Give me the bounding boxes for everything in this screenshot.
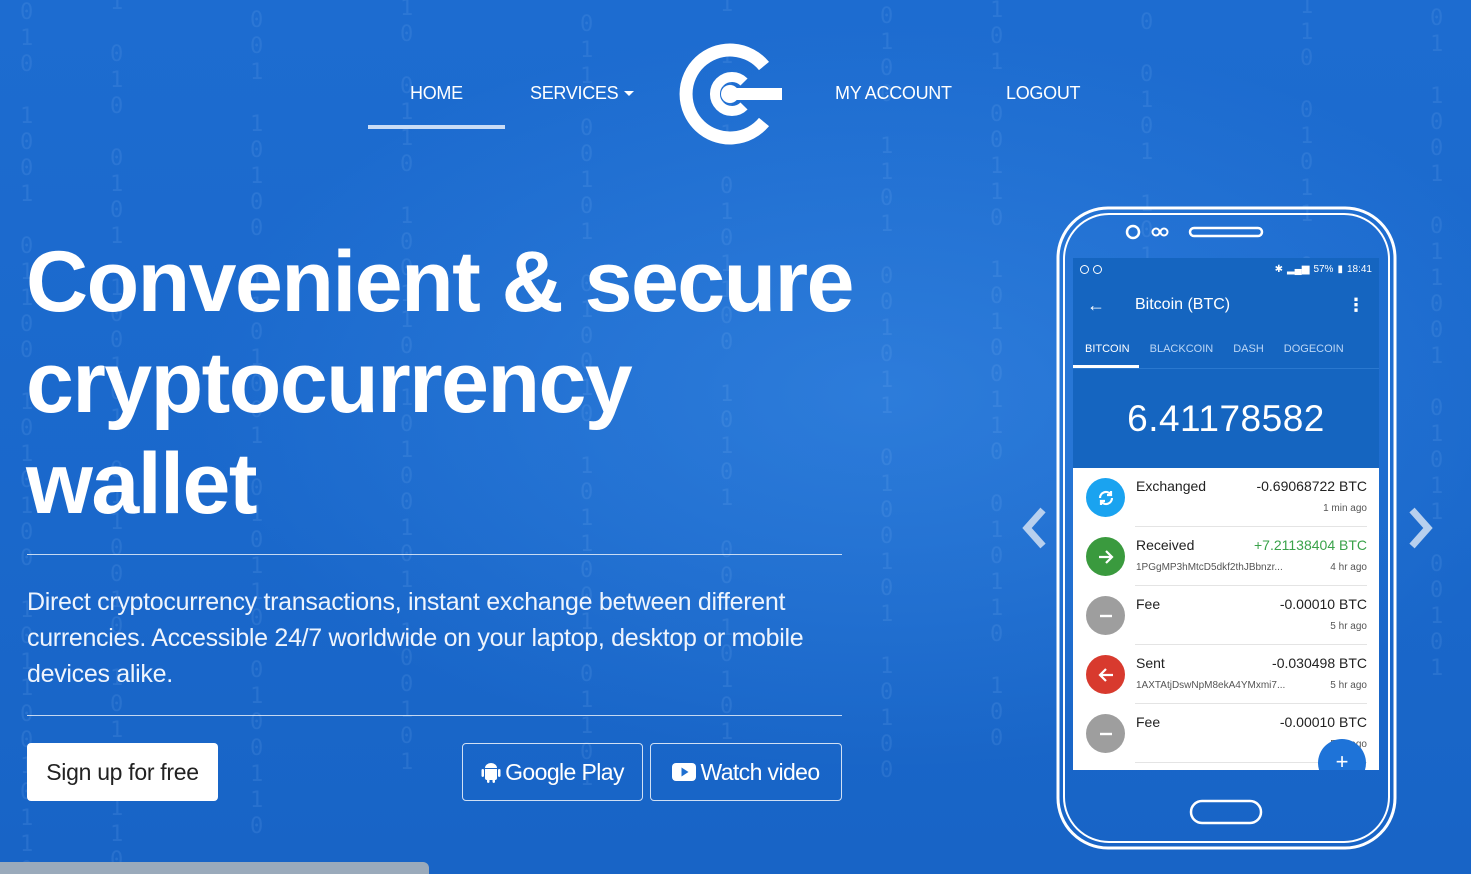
youtube-icon — [672, 763, 697, 781]
transaction-list: Exchanged -0.69068722 BTC 1 min ago Rece… — [1073, 468, 1379, 763]
nav-my-account-link[interactable]: MY ACCOUNT — [835, 83, 952, 104]
divider — [27, 554, 842, 555]
chevron-left-icon[interactable] — [1019, 506, 1049, 550]
transaction-time: 5 hr ago — [1330, 680, 1367, 691]
app-notification-icon — [1093, 264, 1102, 274]
transaction-time: 4 hr ago — [1330, 562, 1367, 573]
exchange-icon — [1086, 478, 1125, 517]
wallet-balance: 6.41178582 — [1073, 368, 1379, 468]
google-play-label: Google Play — [505, 758, 624, 785]
coin-logo-icon[interactable] — [678, 42, 782, 146]
tab-dash[interactable]: DASH — [1233, 343, 1264, 355]
android-icon — [481, 763, 501, 783]
transaction-amount: -0.030498 BTC — [1272, 655, 1367, 671]
hero-title: Convenient & secure cryptocurrency walle… — [26, 232, 926, 535]
caret-down-icon — [624, 91, 635, 96]
tab-indicator — [1073, 365, 1139, 368]
signal-icon: ▂▄▆ — [1286, 263, 1310, 275]
transaction-amount: -0.00010 BTC — [1279, 596, 1367, 612]
nav-home-link[interactable]: HOME — [410, 83, 463, 104]
google-play-button[interactable]: Google Play — [462, 743, 643, 801]
app-title: Bitcoin (BTC) — [1135, 296, 1231, 313]
transaction-amount: -0.00010 BTC — [1279, 714, 1367, 730]
app-bar: ← Bitcoin (BTC) ⋮ — [1073, 280, 1379, 330]
battery-percent: 57% — [1313, 263, 1334, 275]
tab-blackcoin[interactable]: BLACKCOIN — [1150, 343, 1214, 355]
transaction-time: 5 hr ago — [1330, 621, 1367, 632]
transaction-label: Exchanged — [1136, 478, 1207, 494]
transaction-label: Sent — [1136, 655, 1165, 671]
clock: 18:41 — [1346, 263, 1372, 275]
transaction-time: 1 min ago — [1323, 503, 1367, 514]
watch-video-button[interactable]: Watch video — [650, 743, 842, 801]
chevron-right-icon[interactable] — [1406, 506, 1436, 550]
more-vert-icon[interactable]: ⋮ — [1347, 295, 1365, 316]
transaction-amount: +7.21138404 BTC — [1254, 537, 1367, 553]
watch-video-label: Watch video — [700, 758, 820, 785]
divider — [27, 715, 842, 716]
transaction-row[interactable]: Received +7.21138404 BTC 1PGgMP3hMtcD5dk… — [1086, 527, 1367, 586]
phone-status-bar: ✱ ▂▄▆ 57% ▮ 18:41 — [1073, 258, 1379, 280]
transaction-address: 1PGgMP3hMtcD5dkf2thJBbnzr... — [1136, 562, 1283, 573]
arrow-right-icon — [1086, 537, 1125, 576]
transaction-address: 1AXTAtjDswNpM8ekA4YMxmi7... — [1136, 680, 1286, 691]
transaction-row[interactable]: Exchanged -0.69068722 BTC 1 min ago — [1086, 468, 1367, 527]
transaction-row[interactable]: Sent -0.030498 BTC 1AXTAtjDswNpM8ekA4YMx… — [1086, 645, 1367, 704]
transaction-label: Received — [1136, 537, 1195, 553]
arrow-left-icon — [1086, 655, 1125, 694]
phone-screen: ✱ ▂▄▆ 57% ▮ 18:41 ← Bitcoin (BTC) ⋮ BITC… — [1073, 258, 1379, 770]
transaction-label: Fee — [1136, 714, 1161, 730]
hero-title-line: cryptocurrency — [26, 335, 633, 431]
app-notification-icon — [1080, 264, 1089, 274]
coin-tabs: BITCOIN BLACKCOIN DASH DOGECOIN — [1073, 330, 1379, 368]
hero-title-line: wallet — [26, 436, 257, 532]
hero-title-line: Convenient & secure — [26, 234, 854, 330]
battery-icon: ▮ — [1337, 263, 1343, 275]
back-arrow-icon[interactable]: ← — [1087, 295, 1107, 316]
nav-services-label: SERVICES — [530, 83, 619, 103]
nav-active-indicator — [368, 125, 505, 129]
transaction-amount: -0.69068722 BTC — [1256, 478, 1367, 494]
tab-bitcoin[interactable]: BITCOIN — [1085, 343, 1130, 355]
nav-services-dropdown[interactable]: SERVICES — [530, 83, 635, 104]
tab-dogecoin[interactable]: DOGECOIN — [1284, 343, 1344, 355]
hero-description: Direct cryptocurrency transactions, inst… — [27, 588, 804, 688]
minus-icon — [1086, 714, 1125, 753]
transaction-label: Fee — [1136, 596, 1161, 612]
minus-icon — [1086, 596, 1125, 635]
bottom-scroll-bar[interactable] — [0, 862, 429, 874]
transaction-row[interactable]: Fee -0.00010 BTC 5 hr ago — [1086, 586, 1367, 645]
nav-logout-link[interactable]: LOGOUT — [1006, 83, 1081, 104]
top-navigation: HOME SERVICES MY ACCOUNT LOGOUT — [0, 0, 1471, 160]
signup-button[interactable]: Sign up for free — [27, 743, 218, 801]
bluetooth-icon: ✱ — [1274, 263, 1283, 275]
